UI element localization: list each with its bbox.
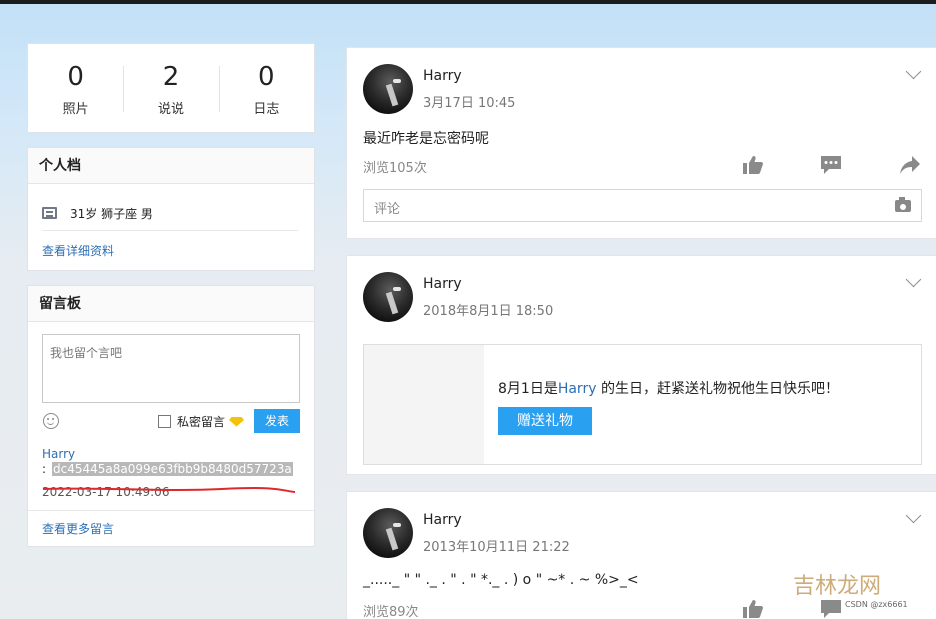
post-time: 2013年10月11日 21:22 bbox=[423, 540, 570, 555]
post-time: 2018年8月1日 18:50 bbox=[423, 304, 554, 319]
post-author[interactable]: Harry bbox=[423, 68, 462, 84]
chevron-down-icon[interactable] bbox=[905, 507, 922, 524]
stat-moods[interactable]: 2 说说 bbox=[123, 44, 218, 132]
detail-profile-link[interactable]: 查看详细资料 bbox=[42, 242, 114, 259]
stats-card: 0 照片 2 说说 0 日志 bbox=[27, 43, 315, 133]
comment-text: dc45445a8a099e63fbb9b8480d57723a bbox=[52, 462, 293, 476]
post-author[interactable]: Harry bbox=[423, 276, 462, 292]
comment-prefix: : bbox=[42, 462, 47, 476]
divider bbox=[28, 510, 314, 511]
watermark: 吉林龙网 bbox=[793, 574, 882, 599]
feed-post: Harry 3月17日 10:45 最近咋老是忘密码呢 浏览105次 评论 bbox=[346, 47, 936, 239]
profile-title: 个人档 bbox=[28, 148, 314, 184]
profile-info-row: 31岁 狮子座 男 bbox=[28, 184, 314, 228]
message-input[interactable]: 我也留个言吧 bbox=[42, 334, 300, 403]
chevron-down-icon[interactable] bbox=[905, 271, 922, 288]
private-checkbox[interactable] bbox=[158, 415, 171, 428]
comment-body: : dc45445a8a099e63fbb9b8480d57723a bbox=[42, 462, 293, 476]
message-board-title: 留言板 bbox=[28, 286, 314, 322]
emoji-icon[interactable] bbox=[43, 413, 59, 429]
avatar[interactable] bbox=[363, 508, 413, 558]
feed-post: Harry 2018年8月1日 18:50 8月1日是Harry 的生日，赶紧送… bbox=[346, 255, 936, 475]
birthday-image bbox=[364, 345, 484, 464]
private-message-toggle[interactable]: 私密留言 bbox=[158, 413, 245, 430]
birthday-text-post: 的生日，赶紧送礼物祝他生日快乐吧！ bbox=[596, 381, 839, 397]
post-text: 最近咋老是忘密码呢 bbox=[363, 131, 489, 147]
comment-input[interactable]: 评论 bbox=[363, 189, 922, 222]
comment-icon[interactable] bbox=[820, 155, 842, 175]
stat-blogs[interactable]: 0 日志 bbox=[218, 44, 314, 132]
top-bar bbox=[0, 0, 936, 4]
birthday-text: 8月1日是Harry 的生日，赶紧送礼物祝他生日快乐吧！ bbox=[498, 378, 839, 398]
camera-icon[interactable] bbox=[895, 197, 911, 212]
comment-author[interactable]: Harry bbox=[42, 447, 75, 461]
comment-icon[interactable] bbox=[820, 599, 842, 619]
birthday-user-link[interactable]: Harry bbox=[558, 381, 597, 397]
profile-card-icon bbox=[42, 207, 57, 219]
stat-value: 2 bbox=[162, 62, 180, 92]
red-underline-annotation bbox=[42, 487, 296, 493]
profile-info: 31岁 狮子座 男 bbox=[70, 206, 153, 221]
post-time: 3月17日 10:45 bbox=[423, 96, 516, 111]
stat-photos[interactable]: 0 照片 bbox=[28, 44, 123, 132]
stat-label: 说说 bbox=[157, 102, 184, 117]
like-icon[interactable] bbox=[742, 155, 764, 175]
birthday-card: 8月1日是Harry 的生日，赶紧送礼物祝他生日快乐吧！ 赠送礼物 bbox=[363, 344, 922, 465]
stat-label: 照片 bbox=[62, 102, 89, 117]
send-button[interactable]: 发表 bbox=[254, 409, 300, 433]
stat-value: 0 bbox=[67, 62, 84, 92]
like-icon[interactable] bbox=[742, 599, 764, 619]
comment-placeholder: 评论 bbox=[374, 202, 401, 217]
diamond-icon bbox=[229, 416, 245, 427]
more-messages-link[interactable]: 查看更多留言 bbox=[42, 520, 114, 537]
profile-card: 个人档 31岁 狮子座 男 查看详细资料 bbox=[27, 147, 315, 271]
send-gift-button[interactable]: 赠送礼物 bbox=[498, 407, 592, 435]
avatar[interactable] bbox=[363, 272, 413, 322]
divider bbox=[42, 230, 298, 231]
birthday-text-pre: 8月1日是 bbox=[498, 381, 558, 397]
post-views: 浏览89次 bbox=[363, 605, 419, 619]
post-author[interactable]: Harry bbox=[423, 512, 462, 528]
avatar[interactable] bbox=[363, 64, 413, 114]
stat-label: 日志 bbox=[253, 102, 280, 117]
post-text: _....._ " " ._ . " . " *._ . ) o " ~* . … bbox=[363, 572, 639, 588]
share-icon[interactable] bbox=[899, 155, 921, 175]
csdn-credit: CSDN @zx6661 bbox=[845, 600, 908, 609]
chevron-down-icon[interactable] bbox=[905, 63, 922, 80]
post-views: 浏览105次 bbox=[363, 161, 427, 176]
private-label: 私密留言 bbox=[177, 415, 226, 429]
message-board-card: 留言板 我也留个言吧 私密留言 发表 Harry : dc45445a8a099… bbox=[27, 285, 315, 547]
stat-value: 0 bbox=[258, 62, 275, 92]
